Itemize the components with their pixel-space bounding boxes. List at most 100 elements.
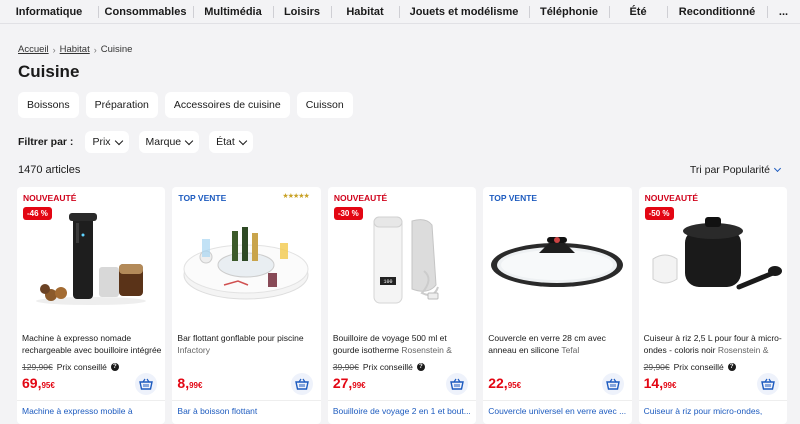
info-icon[interactable]: ?	[110, 363, 119, 371]
product-variant-link[interactable]: Couvercle universel en verre avec ...	[488, 406, 628, 416]
recommended-price: 129,90€ Prix conseillé ?	[22, 362, 119, 372]
product-title: Machine à expresso nomade rechargeable a…	[22, 333, 162, 355]
price-cents: 99€	[189, 381, 203, 390]
divider	[172, 400, 321, 401]
sort-dropdown[interactable]: Tri par Popularité	[689, 164, 782, 176]
product-image-kettle: 100	[373, 216, 439, 304]
filter-condition-dropdown[interactable]: État	[209, 131, 253, 153]
nav-item-loisirs[interactable]: Loisirs	[273, 0, 331, 24]
price-main: 14,	[643, 375, 664, 391]
info-icon[interactable]: ?	[416, 363, 425, 371]
price: 27,99€	[333, 375, 366, 391]
results-count: 1470 articles	[18, 164, 81, 176]
product-card[interactable]: NOUVEAUTÉ -46 % Machine à expresso nomad…	[17, 187, 166, 424]
advice-label: Prix conseillé	[362, 362, 413, 372]
category-chip-boissons[interactable]: Boissons	[18, 92, 79, 118]
old-price: 129,90€	[22, 362, 53, 372]
nav-item-habitat[interactable]: Habitat	[331, 0, 399, 24]
recommended-price: 39,90€ Prix conseillé ?	[333, 362, 425, 372]
basket-icon	[294, 378, 309, 390]
product-title: Couvercle en verre 28 cm avec anneau en …	[488, 332, 628, 356]
product-title: Bar flottant gonflable pour piscine Infa…	[177, 332, 317, 356]
category-chip-cuisson[interactable]: Cuisson	[296, 92, 353, 118]
breadcrumb-habitat-link[interactable]: Habitat	[60, 44, 90, 55]
breadcrumb-separator-icon: ›	[52, 44, 56, 55]
product-card[interactable]: NOUVEAUTÉ -50 % Cuiseur à riz 2,5 L pour…	[638, 187, 788, 424]
product-card[interactable]: TOP VENTE Couvercle en verre 28 cm avec …	[483, 187, 632, 424]
add-to-cart-button[interactable]	[757, 373, 780, 395]
product-image-glass-lid	[491, 237, 624, 287]
product-variant-link[interactable]: Cuiseur à riz pour micro-ondes,	[644, 406, 784, 416]
new-badge: NOUVEAUTÉ	[333, 193, 388, 203]
breadcrumb-home-link[interactable]: Accueil	[18, 44, 49, 55]
rating-stars-icon: ★★★★★	[282, 193, 309, 200]
filter-condition-label: État	[216, 136, 235, 148]
add-to-cart-button[interactable]	[601, 373, 624, 395]
product-variant-link[interactable]: Bouilloire de voyage 2 en 1 et bout...	[333, 406, 473, 416]
nav-item-telephonie[interactable]: Téléphonie	[529, 0, 609, 24]
price: 14,99€	[644, 375, 677, 391]
price-cents: 99€	[663, 381, 677, 390]
category-chip-accessoires[interactable]: Accessoires de cuisine	[164, 92, 290, 118]
price-main: 8,	[177, 375, 190, 391]
top-sale-badge: TOP VENTE	[489, 193, 538, 203]
chevron-down-icon	[773, 164, 782, 173]
price-cents: 99€	[352, 381, 366, 390]
page-title: Cuisine	[18, 62, 80, 81]
nav-item-consommables[interactable]: Consommables	[98, 0, 193, 24]
product-variant-link[interactable]: Bar à boisson flottant	[177, 406, 317, 416]
basket-icon	[761, 378, 775, 390]
nav-item-reconditionne[interactable]: Reconditionné	[667, 0, 767, 24]
breadcrumb-current: Cuisine	[100, 44, 133, 55]
product-brand: Rosenstein &	[717, 345, 769, 355]
old-price: 39,90€	[332, 362, 359, 372]
product-title-text: Couvercle en verre 28 cm avec anneau en …	[488, 333, 606, 355]
filter-bar: Filtrer par : Prix Marque État	[18, 131, 253, 153]
filter-price-label: Prix	[92, 136, 111, 148]
filter-brand-label: Marque	[145, 136, 182, 148]
filter-label: Filtrer par :	[18, 136, 74, 148]
category-chips: Boissons Préparation Accessoires de cuis…	[18, 92, 353, 118]
product-card[interactable]: TOP VENTE ★★★★★ Bar flottant gonflable p…	[172, 187, 321, 424]
category-chip-preparation[interactable]: Préparation	[85, 92, 158, 118]
add-to-cart-button[interactable]	[446, 373, 469, 395]
top-sale-badge: TOP VENTE	[178, 193, 227, 203]
nav-item-jouets[interactable]: Jouets et modélisme	[399, 0, 529, 24]
nav-item-ete[interactable]: Été	[609, 0, 667, 24]
price-main: 27,	[332, 375, 353, 391]
product-image-rice-cooker	[652, 217, 782, 290]
divider	[17, 400, 166, 401]
price: 22,95€	[488, 375, 521, 391]
filter-brand-dropdown[interactable]: Marque	[138, 131, 200, 153]
breadcrumb: Accueil › Habitat › Cuisine	[18, 44, 132, 55]
sort-label: Tri par Popularité	[689, 164, 770, 176]
product-card[interactable]: NOUVEAUTÉ -30 % 100 Bouilloire de voyage…	[327, 187, 477, 424]
old-price: 29,90€	[643, 362, 670, 372]
add-to-cart-button[interactable]	[290, 373, 313, 395]
nav-more-button[interactable]: ...	[767, 0, 800, 24]
advice-label: Prix conseillé	[56, 362, 107, 372]
price: 8,99€	[177, 375, 202, 391]
product-brand: Rosenstein &	[401, 345, 452, 355]
price-main: 69,	[22, 375, 42, 391]
product-variant-link[interactable]: Machine à expresso mobile à	[22, 406, 162, 416]
product-image-espresso	[36, 213, 146, 305]
divider	[638, 400, 788, 401]
basket-icon	[450, 378, 465, 390]
product-grid: NOUVEAUTÉ -46 % Machine à expresso nomad…	[17, 187, 788, 424]
new-badge: NOUVEAUTÉ	[23, 193, 77, 203]
divider	[327, 400, 477, 401]
chevron-down-icon	[238, 136, 248, 145]
chevron-down-icon	[114, 136, 123, 145]
nav-item-informatique[interactable]: Informatique	[0, 0, 98, 24]
product-brand: Infactory	[177, 345, 211, 355]
price-main: 22,	[488, 375, 508, 391]
add-to-cart-button[interactable]	[135, 373, 158, 395]
nav-item-multimedia[interactable]: Multimédia	[193, 0, 273, 24]
breadcrumb-separator-icon: ›	[93, 44, 97, 55]
info-icon[interactable]: ?	[727, 363, 736, 371]
filter-price-dropdown[interactable]: Prix	[85, 131, 129, 153]
divider	[483, 400, 632, 401]
new-badge: NOUVEAUTÉ	[644, 193, 698, 203]
product-brand: Tefal	[561, 345, 580, 355]
